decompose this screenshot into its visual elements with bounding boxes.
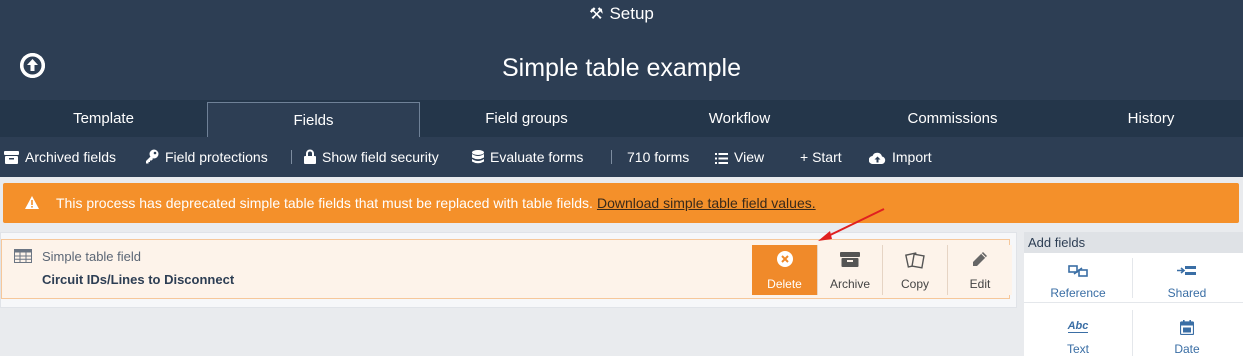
tab-history[interactable]: History [1059,100,1243,137]
lock-icon [304,149,316,164]
show-field-security-button[interactable]: Show field security [304,137,439,177]
add-fields-title: Add fields [1024,232,1243,253]
key-icon [146,149,159,164]
field-card[interactable]: Simple table field Circuit IDs/Lines to … [1,239,1012,299]
archived-fields-button[interactable]: Archived fields [4,137,116,177]
download-values-link[interactable]: Download simple table field values. [597,195,816,211]
evaluate-forms-button[interactable]: Evaluate forms [472,137,583,177]
copy-button[interactable]: Copy [882,245,947,295]
archive-box-icon [840,252,860,267]
field-type-label: Simple table field [42,249,141,264]
setup-label: Setup [609,4,654,23]
table-icon [14,249,32,263]
alert-message: This process has deprecated simple table… [56,195,593,211]
archive-button[interactable]: Archive [817,245,882,295]
add-date-field[interactable]: Date [1133,314,1241,356]
list-icon [715,153,728,164]
archive-label: Archive [829,277,870,291]
field-protections-button[interactable]: Field protections [145,137,268,177]
app-header: ⚒ Setup Simple table example [0,0,1243,100]
calendar-icon [1179,320,1195,336]
tab-workflow[interactable]: Workflow [633,100,846,137]
close-circle-icon [776,251,793,267]
add-shared-field[interactable]: Shared [1133,258,1241,308]
tab-commissions[interactable]: Commissions [846,100,1059,137]
add-fields-panel: Add fields Reference Shared Abc Text Dat… [1024,232,1243,356]
tab-field-groups[interactable]: Field groups [420,100,633,137]
forms-count-link[interactable]: 710 forms [627,137,689,177]
copy-icon [905,252,925,269]
add-text-field[interactable]: Abc Text [1024,314,1132,356]
toolbar-divider [291,150,292,164]
pencil-icon [973,252,987,266]
edit-label: Edit [969,277,991,291]
annotation-arrow [818,208,885,241]
cloud-upload-icon [868,152,886,165]
tab-template[interactable]: Template [0,100,207,137]
copy-label: Copy [900,277,929,291]
tab-bar: Template Fields Field groups Workflow Co… [0,100,1243,137]
shared-icon [1177,266,1196,275]
deprecation-alert: This process has deprecated simple table… [3,183,1239,223]
import-button[interactable]: Import [868,137,932,177]
text-abc-icon: Abc [1067,320,1089,333]
page-title: Simple table example [501,54,741,82]
field-name: Circuit IDs/Lines to Disconnect [42,272,235,287]
toolbar-divider [611,150,612,164]
fields-toolbar: Archived fields Field protections Show f… [0,137,1243,177]
reference-icon [1068,265,1088,277]
database-icon [472,150,484,164]
view-button[interactable]: View [715,137,764,177]
warning-icon [25,196,39,209]
tools-icon: ⚒ [589,6,604,23]
tab-fields[interactable]: Fields [207,102,420,137]
setup-link[interactable]: ⚒ Setup [0,4,1243,24]
start-button[interactable]: + Start [800,137,842,177]
add-reference-field[interactable]: Reference [1024,258,1132,308]
delete-button[interactable]: Delete [752,245,817,295]
archive-icon [4,151,19,164]
edit-button[interactable]: Edit [947,245,1012,295]
delete-label: Delete [767,277,802,291]
